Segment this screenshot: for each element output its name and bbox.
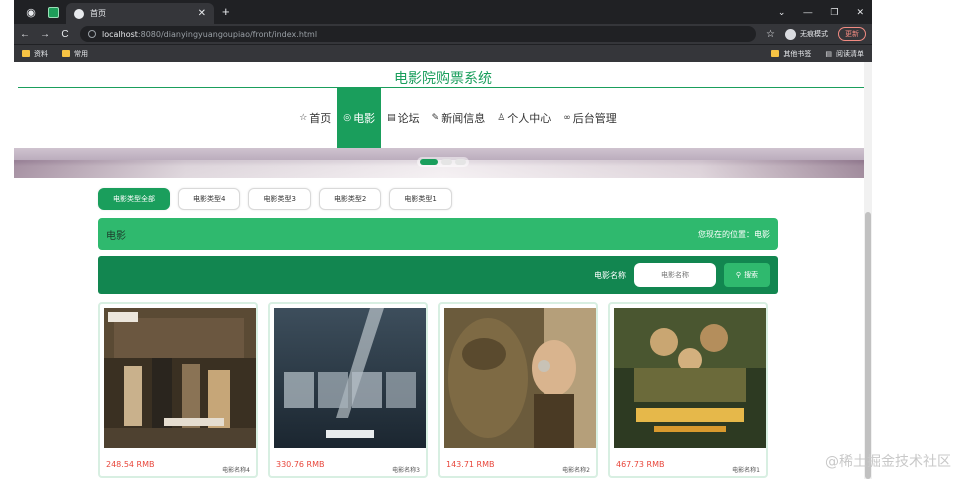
tab-title: 首页 (90, 9, 106, 18)
other-bookmarks[interactable]: 其他书签 (771, 49, 811, 59)
url-field[interactable]: localhost :8080/dianyingyuangoupiao/fron… (80, 26, 757, 42)
chevron-down-icon[interactable]: ⌄ (778, 7, 786, 18)
update-button[interactable]: 更新 (838, 27, 866, 41)
category-3[interactable]: 电影类型3 (248, 188, 311, 210)
category-2[interactable]: 电影类型2 (318, 188, 382, 210)
link-icon: ∞ (563, 113, 571, 123)
folder-icon (22, 50, 30, 57)
active-tab[interactable]: 首页 ✕ (66, 3, 214, 24)
reload-icon[interactable]: C (60, 29, 70, 40)
star-icon: ☆ (299, 113, 308, 123)
forum-icon: ▤ (387, 113, 396, 123)
movie-poster[interactable] (274, 308, 426, 448)
page-content: 电影院购票系统 ☆ 首页 ◎ 电影 ▤ 论坛 ✎ 新闻信息 ♙ 个人中心 ∞ 后台管理 电影… (14, 62, 872, 479)
reading-list[interactable]: ▤ 阅读清单 (825, 49, 864, 59)
nav-label: 新闻信息 (441, 112, 486, 125)
forward-icon[interactable]: → (40, 29, 50, 40)
movie-card[interactable]: 143.71 RMB 电影名称2 (438, 302, 598, 478)
carousel-dot-2[interactable] (441, 159, 452, 165)
folder-icon (771, 50, 780, 57)
category-all[interactable]: 电影类型全部 (98, 188, 170, 210)
incognito-indicator[interactable]: 无痕模式 (785, 28, 828, 40)
news-icon: ✎ (431, 113, 440, 123)
movie-name: 电影名称3 (392, 467, 420, 474)
bookmark-label: 阅读清单 (836, 49, 864, 58)
nav-forum[interactable]: ▤ 论坛 (381, 88, 426, 148)
movie-poster[interactable] (104, 308, 256, 448)
restore-icon[interactable]: ❐ (830, 7, 838, 18)
movie-poster[interactable] (614, 308, 766, 448)
search-label: 电影名称 (594, 270, 626, 280)
site-title: 电影院购票系统 (18, 62, 868, 88)
bookmarks-bar: 资料 常用 其他书签 ▤ 阅读清单 (14, 44, 872, 62)
scrollbar-thumb[interactable] (865, 212, 871, 479)
category-1[interactable]: 电影类型1 (389, 188, 452, 210)
movie-poster[interactable] (444, 308, 596, 448)
url-path: :8080/dianyingyuangoupiao/front/index.ht… (137, 29, 318, 39)
main-nav: ☆ 首页 ◎ 电影 ▤ 论坛 ✎ 新闻信息 ♙ 个人中心 ∞ 后台管理 (44, 88, 872, 148)
tab-strip: ◉ 首页 ✕ + ⌄ — ❐ ✕ (14, 0, 872, 24)
page-scrollbar[interactable] (864, 62, 872, 479)
search-icon: ⚲ (735, 271, 742, 279)
nav-label: 个人中心 (507, 112, 552, 125)
location-text: 您现在的位置：电影 (698, 229, 770, 239)
movie-name: 电影名称2 (562, 467, 590, 474)
bookmark-label: 其他书签 (783, 49, 812, 58)
carousel-dot-1[interactable] (420, 159, 438, 165)
window-controls: ⌄ — ❐ ✕ (778, 0, 864, 24)
nav-personal[interactable]: ♙ 个人中心 (491, 88, 557, 148)
incognito-label: 无痕模式 (800, 30, 828, 38)
search-button-label: 搜索 (744, 271, 759, 279)
movie-card[interactable]: 467.73 RMB 电影名称1 (608, 302, 768, 478)
film-icon: ◎ (343, 113, 352, 123)
url-host: localhost (102, 29, 138, 39)
watermark: @稀土掘金技术社区 (825, 454, 951, 470)
movie-name: 电影名称1 (732, 467, 760, 474)
search-bar: 电影名称 ⚲ 搜索 (98, 256, 778, 294)
breadcrumb: 电影 您现在的位置：电影 (98, 218, 778, 250)
nav-news[interactable]: ✎ 新闻信息 (426, 88, 492, 148)
info-icon[interactable] (88, 30, 96, 38)
tab-icon-2[interactable] (42, 0, 64, 24)
bookmark-label: 资料 (34, 49, 48, 58)
movie-card[interactable]: 330.76 RMB 电影名称3 (268, 302, 428, 478)
banner-carousel[interactable] (14, 148, 872, 178)
bookmark-label: 常用 (74, 49, 88, 58)
search-input[interactable] (634, 263, 716, 287)
movie-list: 248.54 RMB 电影名称4 330.76 RMB 电影名称3 143.71… (98, 302, 778, 478)
tab-icon-1[interactable]: ◉ (20, 0, 42, 24)
nav-label: 首页 (309, 112, 332, 125)
tab-favicon-icon (74, 8, 84, 19)
address-bar: ← → C localhost :8080/dianyingyuangoupia… (14, 24, 872, 44)
nav-label: 论坛 (397, 112, 420, 125)
close-window-icon[interactable]: ✕ (856, 7, 864, 18)
minimize-icon[interactable]: — (803, 7, 812, 17)
nav-admin[interactable]: ∞ 后台管理 (557, 88, 623, 148)
nav-label: 后台管理 (572, 112, 617, 125)
category-4[interactable]: 电影类型4 (178, 188, 241, 210)
browser-window: ◉ 首页 ✕ + ⌄ — ❐ ✕ ← → C localhost :8080/d… (14, 0, 872, 479)
back-icon[interactable]: ← (20, 29, 30, 40)
movie-section: 电影类型全部 电影类型4 电影类型3 电影类型2 电影类型1 电影 您现在的位置… (98, 182, 778, 478)
category-filters: 电影类型全部 电影类型4 电影类型3 电影类型2 电影类型1 (98, 188, 778, 210)
new-tab-button[interactable]: + (222, 0, 230, 24)
incognito-avatar-icon (785, 28, 796, 40)
movie-card[interactable]: 248.54 RMB 电影名称4 (98, 302, 258, 478)
search-button[interactable]: ⚲ 搜索 (724, 263, 770, 287)
nav-label: 电影 (353, 112, 376, 125)
nav-home[interactable]: ☆ 首页 (293, 88, 337, 148)
movie-name: 电影名称4 (222, 467, 250, 474)
reading-list-icon: ▤ (825, 49, 832, 58)
close-tab-icon[interactable]: ✕ (198, 8, 206, 19)
bookmark-star-icon[interactable]: ☆ (766, 29, 775, 40)
carousel-dot-3[interactable] (455, 159, 466, 165)
nav-movies[interactable]: ◎ 电影 (337, 88, 382, 148)
section-title: 电影 (106, 230, 126, 242)
user-icon: ♙ (497, 113, 506, 123)
bookmark-folder-1[interactable]: 资料 (22, 49, 48, 59)
carousel-dots (417, 157, 469, 167)
folder-icon (62, 50, 70, 57)
bookmark-folder-2[interactable]: 常用 (62, 49, 88, 59)
